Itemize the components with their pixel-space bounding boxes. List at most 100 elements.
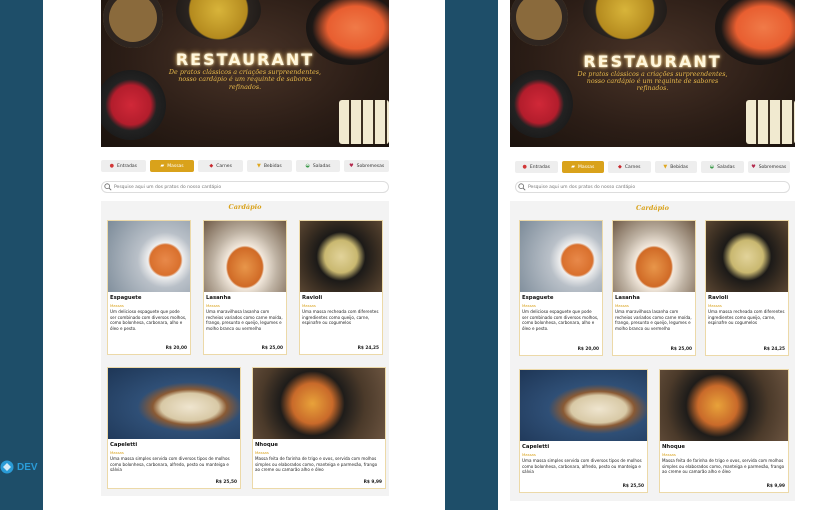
menu-card-nhoque[interactable]: Nhoque Massas Massa feita de farinha de … [659, 369, 789, 493]
card-description: Um delicioso espaguete que pode ser comb… [522, 309, 599, 332]
menu-card-capeletti[interactable]: Capeletti Massas Uma massa simples servi… [107, 367, 241, 489]
tab-sobremesas[interactable]: ♥ Sobremesas [747, 161, 790, 173]
card-price: R$ 9,99 [766, 484, 785, 489]
pasta-icon: ▰ [571, 163, 575, 170]
card-price: R$ 25,00 [670, 347, 692, 352]
drink-icon: ▼ [663, 163, 668, 170]
tab-massas[interactable]: ▰ Massas [561, 161, 604, 173]
card-description: Uma massa recheada com diferentes ingred… [302, 309, 379, 326]
sushi-rolls [339, 100, 389, 144]
card-category: Massas [302, 303, 316, 308]
brand-name: DEV [17, 461, 38, 473]
nhoque-photo [660, 370, 788, 441]
card-description: Uma maravilhosa lasanha com recheios var… [615, 309, 692, 332]
card-name: Nhoque [255, 442, 278, 448]
ravioli-photo [706, 221, 788, 292]
menu-title: Cardápio [636, 204, 669, 212]
capeletti-photo [108, 368, 240, 439]
search-icon [104, 183, 112, 191]
card-name: Lasanha [615, 295, 640, 301]
salad-icon: ● [522, 163, 527, 170]
bowl-icon: ◒ [305, 162, 310, 169]
right-page-preview: RESTAURANT De pratos clássicos a criaçõe… [498, 0, 821, 510]
lasanha-photo [204, 221, 286, 292]
card-category: Massas [522, 303, 536, 308]
card-price: R$ 9,99 [363, 480, 382, 485]
card-price: R$ 25,50 [622, 484, 644, 489]
dessert-icon: ♥ [349, 162, 354, 169]
card-price: R$ 24,25 [357, 346, 379, 351]
menu-card-ravioli[interactable]: Ravioli Massas Uma massa recheada com di… [299, 220, 383, 355]
menu-section: Cardápio Espaguete Massas Um delicioso e… [510, 201, 795, 501]
card-price: R$ 25,50 [215, 480, 237, 485]
bowl-icon: ◒ [709, 163, 715, 170]
category-tabs: ● Entradas ▰ Massas ◆ Carnes ▼ Bebidas ◒ Sala… [515, 161, 790, 173]
meat-icon: ◆ [209, 162, 214, 169]
search-input[interactable]: Pesquise aqui um dos pratos do nosso car… [101, 181, 389, 193]
card-description: Uma massa simples servida com diversos t… [522, 458, 642, 475]
card-category: Massas [522, 452, 536, 457]
left-page-preview: RESTAURANT De pratos clássicos a criaçõe… [43, 0, 445, 510]
card-price: R$ 20,00 [165, 346, 187, 351]
card-name: Lasanha [206, 295, 231, 301]
salad-icon: ● [109, 162, 114, 169]
tab-bebidas[interactable]: ▼ Bebidas [247, 160, 292, 172]
card-price: R$ 20,00 [577, 347, 599, 352]
menu-card-espaguete[interactable]: Espaguete Massas Um delicioso espaguete … [107, 220, 191, 355]
hero-title: RESTAURANT [583, 52, 722, 71]
tab-carnes[interactable]: ◆ Carnes [198, 160, 244, 172]
noodle-dish [510, 0, 568, 46]
tab-entradas[interactable]: ● Entradas [515, 161, 558, 173]
menu-section: Cardápio Espaguete Massas Um delicioso e… [101, 201, 389, 496]
espaguete-photo [520, 221, 602, 292]
tab-entradas[interactable]: ● Entradas [101, 160, 146, 172]
search-input[interactable]: Pesquise aqui um dos pratos do nosso car… [515, 181, 790, 193]
card-category: Massas [206, 303, 220, 308]
menu-card-ravioli[interactable]: Ravioli Massas Uma massa recheada com di… [705, 220, 789, 356]
card-name: Capeletti [522, 444, 550, 450]
card-name: Espaguete [110, 295, 142, 301]
tab-saladas[interactable]: ◒ Saladas [701, 161, 744, 173]
category-tabs: ● Entradas ▰ Massas ◆ Carnes ▼ Bebidas ◒ Sala… [101, 160, 390, 172]
sushi-rolls [746, 100, 795, 144]
card-category: Massas [708, 303, 722, 308]
menu-card-espaguete[interactable]: Espaguete Massas Um delicioso espaguete … [519, 220, 603, 356]
card-description: Uma maravilhosa lasanha com recheios var… [206, 309, 283, 332]
card-description: Uma massa recheada com diferentes ingred… [708, 309, 785, 326]
hero-banner: RESTAURANT De pratos clássicos a criaçõe… [101, 0, 389, 147]
card-name: Capeletti [110, 442, 138, 448]
menu-card-capeletti[interactable]: Capeletti Massas Uma massa simples servi… [519, 369, 648, 493]
hero-subtitle: De pratos clássicos a criações surpreend… [577, 71, 728, 93]
soup-bowl [176, 0, 261, 40]
tab-saladas[interactable]: ◒ Saladas [295, 160, 341, 172]
hero-title: RESTAURANT [175, 50, 315, 69]
card-description: Uma massa simples servida com diversos t… [110, 456, 230, 473]
tab-bebidas[interactable]: ▼ Bebidas [654, 161, 697, 173]
nhoque-photo [253, 368, 385, 439]
card-category: Massas [615, 303, 629, 308]
noodle-dish [103, 0, 163, 48]
tab-carnes[interactable]: ◆ Carnes [608, 161, 651, 173]
card-name: Nhoque [662, 444, 685, 450]
card-category: Massas [110, 303, 124, 308]
menu-card-nhoque[interactable]: Nhoque Massas Massa feita de farinha de … [252, 367, 386, 489]
pasta-icon: ▰ [160, 162, 165, 169]
hero-subtitle: De pratos clássicos a criações surpreend… [168, 68, 322, 91]
hero-banner: RESTAURANT De pratos clássicos a criaçõe… [510, 0, 795, 147]
card-category: Massas [662, 452, 676, 457]
menu-card-lasanha[interactable]: Lasanha Massas Uma maravilhosa lasanha c… [612, 220, 696, 356]
menu-card-lasanha[interactable]: Lasanha Massas Uma maravilhosa lasanha c… [203, 220, 287, 355]
card-description: Massa feita de farinha de trigo e ovos, … [255, 456, 378, 473]
card-price: R$ 25,00 [261, 346, 283, 351]
card-name: Ravioli [302, 295, 323, 301]
meat-icon: ◆ [618, 163, 622, 170]
card-name: Espaguete [522, 295, 554, 301]
tab-massas[interactable]: ▰ Massas [149, 160, 195, 172]
card-category: Massas [255, 450, 269, 455]
search-icon [518, 183, 526, 191]
search-placeholder: Pesquise aqui um dos pratos do nosso car… [114, 184, 222, 190]
lasanha-photo [613, 221, 695, 292]
ravioli-photo [300, 221, 382, 292]
tab-sobremesas[interactable]: ♥ Sobremesas [344, 160, 390, 172]
espaguete-photo [108, 221, 190, 292]
